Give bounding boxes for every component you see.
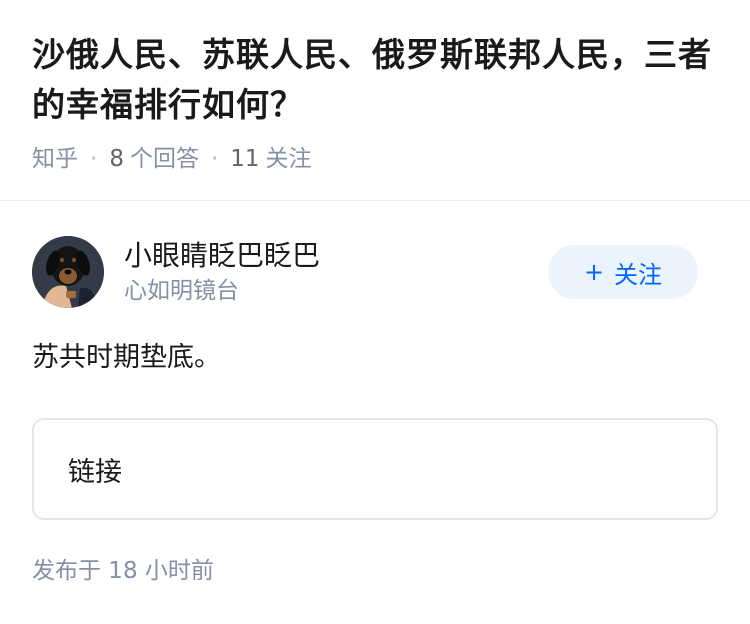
link-card[interactable]: 链接 [32, 418, 718, 520]
link-card-label: 链接 [68, 456, 122, 488]
dog-avatar-icon[interactable] [32, 236, 104, 308]
plus-icon: + [583, 258, 605, 286]
question-meta: 知乎 · 8 个回答 · 11 关注 [32, 144, 718, 174]
question-title[interactable]: 沙俄人民、苏联人民、俄罗斯联邦人民，三者的幸福排行如何？ [32, 30, 718, 130]
question-header: 沙俄人民、苏联人民、俄罗斯联邦人民，三者的幸福排行如何？ 知乎 · 8 个回答 … [0, 0, 750, 200]
author-name[interactable]: 小眼睛眨巴眨巴 [124, 238, 548, 274]
meta-separator: · [90, 146, 98, 172]
answer-count: 8 [109, 146, 124, 172]
follow-button-label: 关注 [614, 260, 663, 289]
author-bio: 心如明镜台 [124, 278, 239, 304]
answer-content: 苏共时期垫底。 [32, 342, 221, 373]
answer-page: 沙俄人民、苏联人民、俄罗斯联邦人民，三者的幸福排行如何？ 知乎 · 8 个回答 … [0, 0, 750, 624]
answer-count-label[interactable]: 个回答 [130, 144, 199, 174]
section-divider [0, 200, 750, 201]
meta-separator: · [210, 146, 219, 172]
follow-button[interactable]: + 关注 [548, 245, 698, 299]
author-info: 小眼睛眨巴眨巴 心如明镜台 [124, 238, 548, 306]
follow-count-label[interactable]: 关注 [266, 144, 312, 174]
source-label[interactable]: 知乎 [32, 144, 78, 174]
follow-count: 11 [230, 146, 260, 172]
author-row: 小眼睛眨巴眨巴 心如明镜台 + 关注 [32, 236, 698, 308]
publish-time: 发布于 18 小时前 [32, 558, 214, 584]
